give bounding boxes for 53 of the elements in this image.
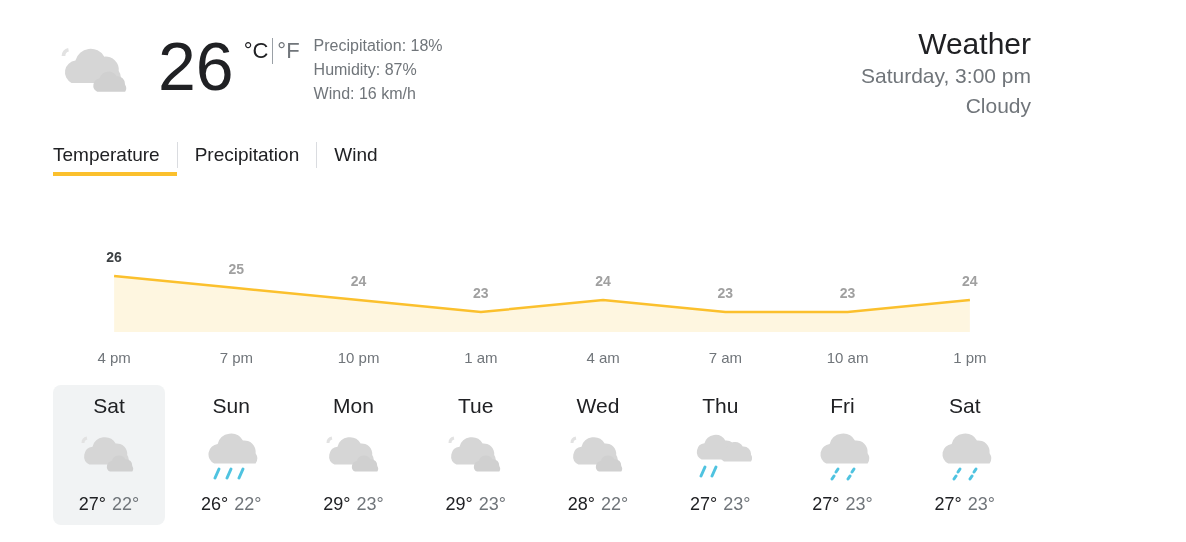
day-name: Mon — [333, 393, 374, 419]
unit-toggle[interactable]: °F — [277, 38, 300, 64]
high-temperature: 29° — [323, 493, 351, 516]
time-label: 10 pm — [337, 349, 380, 366]
high-temperature: 26° — [201, 493, 229, 516]
time-label: 4 pm — [97, 349, 131, 366]
condition: Cloudy — [965, 93, 1031, 119]
time-label: 4 am — [586, 349, 620, 366]
day-name: Tue — [458, 393, 494, 419]
temperature-label: 23 — [839, 285, 856, 301]
low-temperature: 23° — [845, 493, 873, 516]
temperature-label: 24 — [350, 273, 367, 289]
weather-title: Weather — [918, 27, 1031, 61]
chart-tab[interactable]: Temperature — [53, 134, 177, 176]
weather-detail: Precipitation: 18% — [313, 36, 443, 56]
weather-detail: Wind: 16 km/h — [313, 84, 417, 104]
chart-tab[interactable]: Precipitation — [177, 134, 317, 176]
temperature-label: 25 — [228, 261, 245, 277]
day-name: Sun — [212, 393, 250, 419]
time-label: 1 am — [464, 349, 498, 366]
temperature-label: 24 — [595, 273, 611, 289]
low-temperature: 23° — [356, 493, 384, 516]
high-temperature: 27° — [934, 493, 962, 516]
day-tile[interactable]: Sat 27° 22° — [53, 385, 165, 525]
unit-toggle[interactable]: °C — [243, 38, 269, 64]
temperature-label: 26 — [106, 249, 122, 265]
day-name: Sat — [949, 393, 981, 419]
high-temperature: 29° — [445, 493, 473, 516]
low-temperature: 23° — [967, 493, 995, 516]
high-temperature: 27° — [812, 493, 840, 516]
current-temperature: 26 — [158, 27, 234, 106]
time-label: 1 pm — [953, 349, 987, 366]
day-name: Fri — [830, 393, 855, 419]
time-label: 7 am — [708, 349, 743, 366]
low-temperature: 22° — [601, 493, 629, 516]
temperature-label: 23 — [473, 285, 489, 301]
date-time: Saturday, 3:00 pm — [860, 63, 1031, 89]
day-name: Thu — [702, 393, 739, 419]
time-label: 10 am — [826, 349, 869, 366]
low-temperature: 22° — [234, 493, 262, 516]
temperature-label: 23 — [717, 285, 734, 301]
chart-tab[interactable]: Wind — [317, 134, 395, 176]
high-temperature: 27° — [78, 493, 106, 516]
temperature-label: 24 — [962, 273, 978, 289]
low-temperature: 23° — [478, 493, 506, 516]
time-label: 7 pm — [219, 349, 254, 366]
low-temperature: 22° — [112, 493, 140, 516]
day-name: Wed — [576, 393, 620, 419]
low-temperature: 23° — [723, 493, 751, 516]
high-temperature: 27° — [690, 493, 718, 516]
day-name: Sat — [93, 393, 125, 419]
weather-detail: Humidity: 87% — [313, 60, 418, 80]
high-temperature: 28° — [567, 493, 595, 516]
